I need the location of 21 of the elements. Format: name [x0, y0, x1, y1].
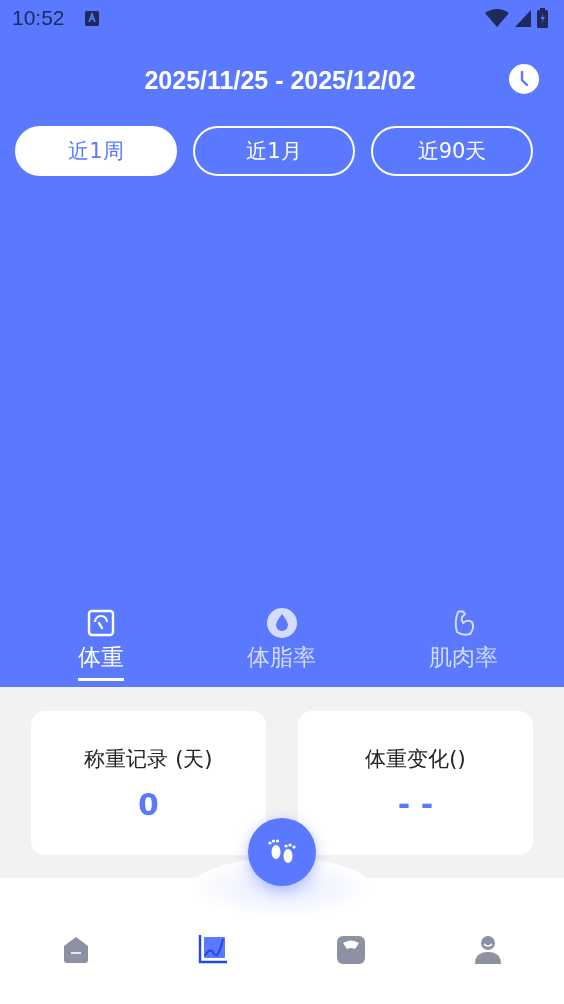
stat-value: - -: [397, 786, 434, 822]
period-tab[interactable]: 近1月: [193, 126, 355, 176]
scale-icon: [85, 608, 116, 638]
stat-label: 体重变化(): [365, 745, 466, 773]
metric-tab[interactable]: 肌肉率: [388, 598, 539, 687]
chart-icon: [197, 934, 230, 966]
clock-icon[interactable]: [509, 64, 539, 94]
stat-label: 称重记录 (天): [84, 745, 213, 773]
date-range[interactable]: 2025/11/25 - 2025/12/02: [144, 65, 416, 95]
water-drop-icon: [267, 608, 297, 638]
stat-value: 0: [138, 786, 159, 822]
period-tab[interactable]: 近1周: [15, 126, 177, 176]
status-time: 10:52: [12, 6, 65, 30]
keyboard-icon: [84, 10, 99, 26]
metric-tab[interactable]: 体重: [25, 598, 176, 687]
period-tab[interactable]: 近90天: [371, 126, 533, 176]
scale-icon: [334, 934, 367, 966]
signal-icon: [515, 9, 531, 27]
battery-icon: [537, 8, 548, 28]
wifi-icon: [485, 9, 509, 27]
metric-tab[interactable]: 体脂率: [207, 598, 357, 687]
